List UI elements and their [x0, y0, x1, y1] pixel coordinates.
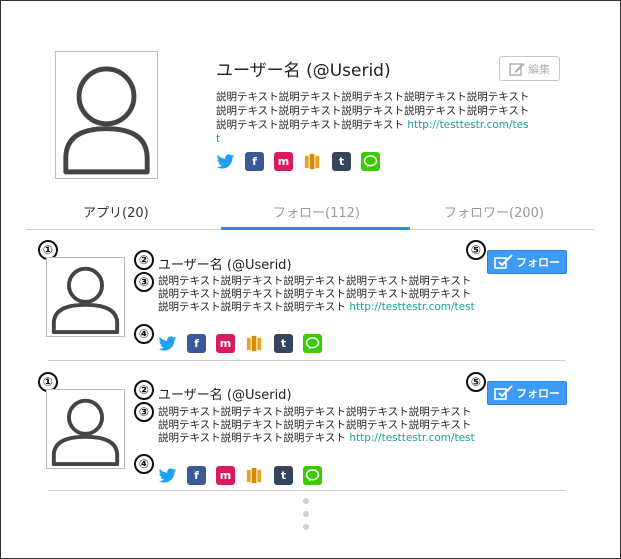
annotation-marker-4: ④	[134, 324, 154, 344]
active-tab-indicator	[221, 227, 410, 230]
user-sns-icons: f m t	[158, 466, 322, 485]
tumblr-icon[interactable]: t	[274, 334, 293, 353]
avatar[interactable]	[46, 389, 125, 469]
mixi-icon[interactable]: m	[216, 334, 235, 353]
tab-followers[interactable]: フォロワー(200)	[444, 202, 544, 221]
follow-button[interactable]: フォロー	[487, 250, 567, 274]
follow-check-icon	[494, 385, 513, 400]
twitter-icon[interactable]	[216, 152, 235, 171]
facebook-icon[interactable]: f	[187, 466, 206, 485]
more-indicator	[302, 498, 310, 530]
annotation-marker-3: ③	[134, 402, 154, 422]
line-icon[interactable]	[303, 466, 322, 485]
item-divider	[48, 360, 566, 361]
user-sns-icons: f m t	[158, 334, 322, 353]
user-description: 説明テキスト説明テキスト説明テキスト説明テキスト説明テキスト説明テキスト説明テキ…	[158, 406, 478, 445]
annotation-marker-4: ④	[134, 454, 154, 474]
facebook-icon[interactable]: f	[245, 152, 264, 171]
user-name[interactable]: ユーザー名 (@Userid)	[158, 384, 292, 403]
avatar[interactable]	[46, 257, 125, 337]
user-url-link[interactable]: http://testtestr.com/test	[349, 432, 474, 444]
edit-icon	[509, 62, 525, 76]
tumblr-icon[interactable]: t	[274, 466, 293, 485]
item-divider	[48, 490, 566, 491]
facebook-icon[interactable]: f	[187, 334, 206, 353]
profile-description: 説明テキスト説明テキスト説明テキスト説明テキスト説明テキスト説明テキスト説明テキ…	[216, 90, 531, 146]
user-silhouette-icon	[51, 398, 120, 467]
amazon-icon[interactable]	[245, 334, 264, 353]
amazon-icon[interactable]	[245, 466, 264, 485]
twitter-icon[interactable]	[158, 466, 177, 485]
user-description: 説明テキスト説明テキスト説明テキスト説明テキスト説明テキスト説明テキスト説明テキ…	[158, 275, 478, 314]
follow-check-icon	[494, 254, 513, 269]
tumblr-icon[interactable]: t	[332, 152, 351, 171]
profile-name: ユーザー名 (@Userid)	[216, 61, 391, 81]
annotation-marker-2: ②	[134, 380, 154, 400]
twitter-icon[interactable]	[158, 334, 177, 353]
line-icon[interactable]	[303, 334, 322, 353]
user-silhouette-icon	[63, 66, 150, 175]
follow-label: フォロー	[516, 256, 560, 269]
user-name[interactable]: ユーザー名 (@Userid)	[158, 254, 292, 273]
list-item: ① ② ユーザー名 (@Userid) ③ 説明テキスト説明テキスト説明テキスト…	[26, 238, 595, 362]
more-dot	[303, 524, 309, 530]
more-dot	[303, 511, 309, 517]
follow-label: フォロー	[516, 387, 560, 400]
edit-button[interactable]: 編集	[499, 56, 560, 81]
annotation-marker-5: ⑤	[466, 372, 486, 392]
list-item: ① ② ユーザー名 (@Userid) ③ 説明テキスト説明テキスト説明テキスト…	[26, 372, 595, 496]
user-url-link[interactable]: http://testtestr.com/test	[349, 301, 474, 313]
follow-button[interactable]: フォロー	[487, 381, 567, 405]
edit-label: 編集	[528, 62, 550, 76]
annotation-marker-5: ⑤	[466, 240, 486, 260]
mixi-icon[interactable]: m	[216, 466, 235, 485]
profile-tabs: アプリ(20) フォロー(112) フォロワー(200)	[26, 196, 595, 230]
more-dot	[303, 498, 309, 504]
annotation-marker-3: ③	[134, 272, 154, 292]
tab-follow[interactable]: フォロー(112)	[273, 202, 360, 221]
tab-apps[interactable]: アプリ(20)	[83, 202, 149, 221]
line-icon[interactable]	[361, 152, 380, 171]
amazon-icon[interactable]	[303, 152, 322, 171]
mixi-icon[interactable]: m	[274, 152, 293, 171]
profile-sns-icons: f m t	[216, 152, 380, 171]
annotation-marker-2: ②	[134, 250, 154, 270]
profile-avatar	[55, 51, 158, 179]
user-silhouette-icon	[51, 266, 120, 335]
